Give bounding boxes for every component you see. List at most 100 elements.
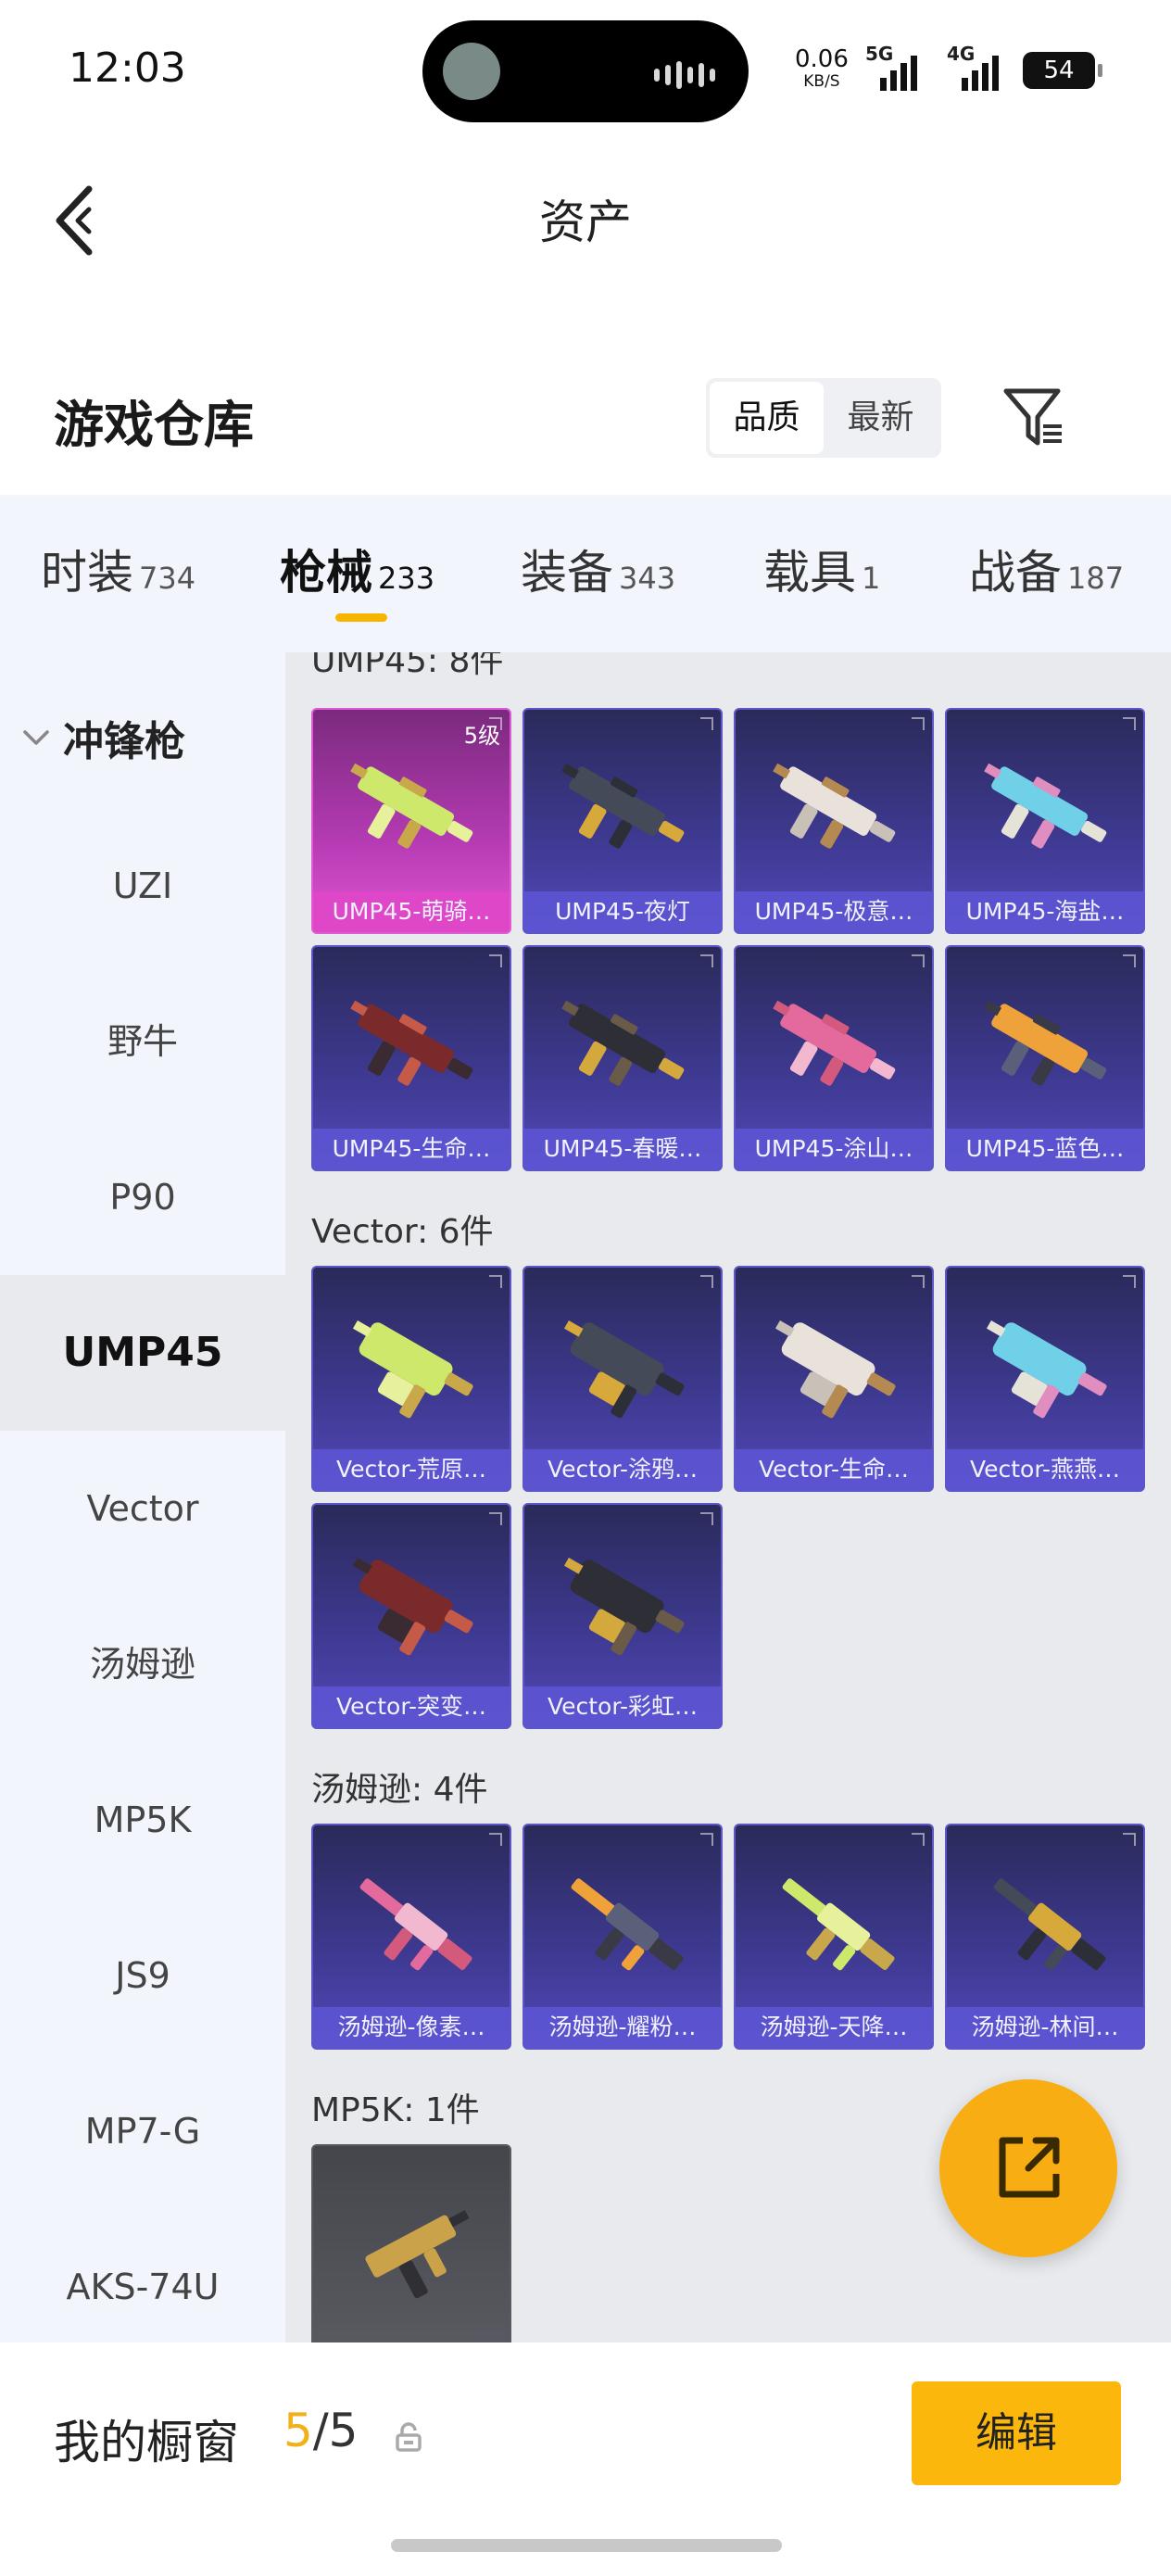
card-corner-ornament [700,954,713,967]
skin-card[interactable]: Vector-生命… [734,1266,934,1492]
weapon-skin-image [548,1536,700,1675]
tab-war-supplies[interactable]: 战备 187 [969,536,1124,602]
skin-card[interactable]: Vector-彩虹… [523,1503,723,1729]
sidebar-item-ump45[interactable]: UMP45 [0,1275,285,1431]
share-icon [999,2137,1060,2198]
lock-icon [395,2422,422,2452]
skin-name: UMP45-夜灯 [524,891,721,932]
sidebar-item-js9[interactable]: JS9 [0,1898,285,2053]
tab-label: 战备 [969,546,1062,600]
weapon-skin-image [760,1299,912,1438]
weapon-skin-image [760,1857,912,1996]
sidebar-group-label: 冲锋枪 [63,718,185,765]
sidebar-item-vector[interactable]: Vector [0,1431,285,1586]
network-speed-value: 0.06 [795,45,849,73]
media-thumbnail [443,43,500,100]
sidebar-item-aks74u[interactable]: AKS-74U [0,2209,285,2365]
sort-by-quality[interactable]: 品质 [710,382,824,454]
skin-name: UMP45-春暖… [524,1129,721,1169]
skin-card[interactable]: UMP45-涂山… [734,945,934,1171]
tab-vehicles[interactable]: 载具 1 [763,536,880,602]
card-corner-ornament [700,1833,713,1846]
skin-card[interactable]: UMP45-夜灯 [523,708,723,934]
skin-card[interactable]: 5级 UMP45-萌骑… [311,708,511,934]
tab-count: 233 [378,561,435,596]
tab-firearms[interactable]: 枪械 233 [280,536,434,602]
skin-card[interactable]: Vector-突变… [311,1503,511,1729]
sidebar-item-mp7g[interactable]: MP7-G [0,2053,285,2209]
skin-name: 汤姆逊-天降… [736,2007,932,2048]
tab-label: 装备 [521,546,613,600]
card-corner-ornament [912,1275,925,1288]
weapon-skin-image [760,741,912,880]
sidebar-group-smg[interactable]: 冲锋枪 [22,708,185,767]
sidebar-item-bizon[interactable]: 野牛 [0,964,285,1119]
skin-card[interactable]: Vector-燕燕… [945,1266,1145,1492]
filter-icon[interactable] [1001,384,1067,450]
card-corner-ornament [700,1275,713,1288]
share-button[interactable] [939,2079,1117,2257]
level-badge: 5级 [463,723,500,749]
weapon-skin-image [548,979,700,1118]
skin-card[interactable]: UMP45-生命… [311,945,511,1171]
skin-name: Vector-荒原… [313,1449,510,1490]
skin-card[interactable]: UMP45-蓝色… [945,945,1145,1171]
skin-card[interactable]: 汤姆逊-像素… [311,1824,511,2050]
battery-icon: 54 [1023,52,1102,89]
weapon-skin-image [337,1857,489,1996]
skin-card[interactable]: Vector-涂鸦… [523,1266,723,1492]
card-corner-ornament [1123,1833,1136,1846]
card-corner-ornament [700,717,713,730]
skin-card[interactable]: Vector-荒原… [311,1266,511,1492]
skin-card[interactable] [311,2144,511,2342]
skin-name: Vector-突变… [313,1686,510,1727]
edit-button[interactable]: 编辑 [912,2381,1121,2485]
weapon-type-sidebar: 冲锋枪 UZI 野牛 P90 UMP45 Vector 汤姆逊 MP5K JS9… [0,652,285,2342]
showcase-label: 我的橱窗 [54,2416,239,2469]
skin-card[interactable]: 汤姆逊-林间… [945,1824,1145,2050]
tab-count: 734 [139,561,196,596]
home-indicator[interactable] [391,2539,782,2552]
tab-count: 343 [619,561,676,596]
skin-name: UMP45-萌骑… [313,891,510,932]
skin-name: Vector-燕燕… [947,1449,1143,1490]
tab-fashion[interactable]: 时装 734 [41,536,195,602]
skin-name: 汤姆逊-耀粉… [524,2007,721,2048]
skin-name: UMP45-涂山… [736,1129,932,1169]
active-tab-indicator [335,613,387,622]
page-title: 资产 [539,196,632,249]
section-title: MP5K: 1件 [311,2091,480,2129]
skin-name: Vector-涂鸦… [524,1449,721,1490]
dynamic-island[interactable] [422,20,749,122]
showcase-count: 5/5 [283,2404,358,2457]
skin-name: UMP45-极意… [736,891,932,932]
section-title: 汤姆逊: 4件 [311,1771,488,1809]
sort-by-newest[interactable]: 最新 [824,382,938,454]
sort-toggle: 品质 最新 [706,378,941,458]
warehouse-title: 游戏仓库 [54,396,254,454]
skin-name: UMP45-蓝色… [947,1129,1143,1169]
weapon-skin-image [548,741,700,880]
sidebar-item-thompson[interactable]: 汤姆逊 [0,1586,285,1742]
skin-card[interactable]: UMP45-海盐… [945,708,1145,934]
skin-card[interactable]: UMP45-春暖… [523,945,723,1171]
skin-card[interactable]: 汤姆逊-天降… [734,1824,934,2050]
card-corner-ornament [489,954,502,967]
skin-card[interactable]: UMP45-极意… [734,708,934,934]
card-corner-ornament [912,717,925,730]
sidebar-item-mp5k[interactable]: MP5K [0,1742,285,1898]
skin-card[interactable]: 汤姆逊-耀粉… [523,1824,723,2050]
tab-equipment[interactable]: 装备 343 [521,536,675,602]
tab-count: 1 [862,561,881,596]
showcase-total: /5 [312,2404,359,2457]
signal-5g-icon: 5G [865,43,917,91]
sidebar-item-uzi[interactable]: UZI [0,808,285,964]
showcase-used: 5 [283,2404,313,2457]
weapon-skin-image [548,1299,700,1438]
card-corner-ornament [489,1275,502,1288]
skin-name: 汤姆逊-林间… [947,2007,1143,2048]
weapon-skin-image [337,2178,489,2317]
sidebar-item-p90[interactable]: P90 [0,1119,285,1275]
skin-name: 汤姆逊-像素… [313,2007,510,2048]
category-tabs: 时装 734 枪械 233 装备 343 载具 1 战备 187 [0,495,1171,652]
